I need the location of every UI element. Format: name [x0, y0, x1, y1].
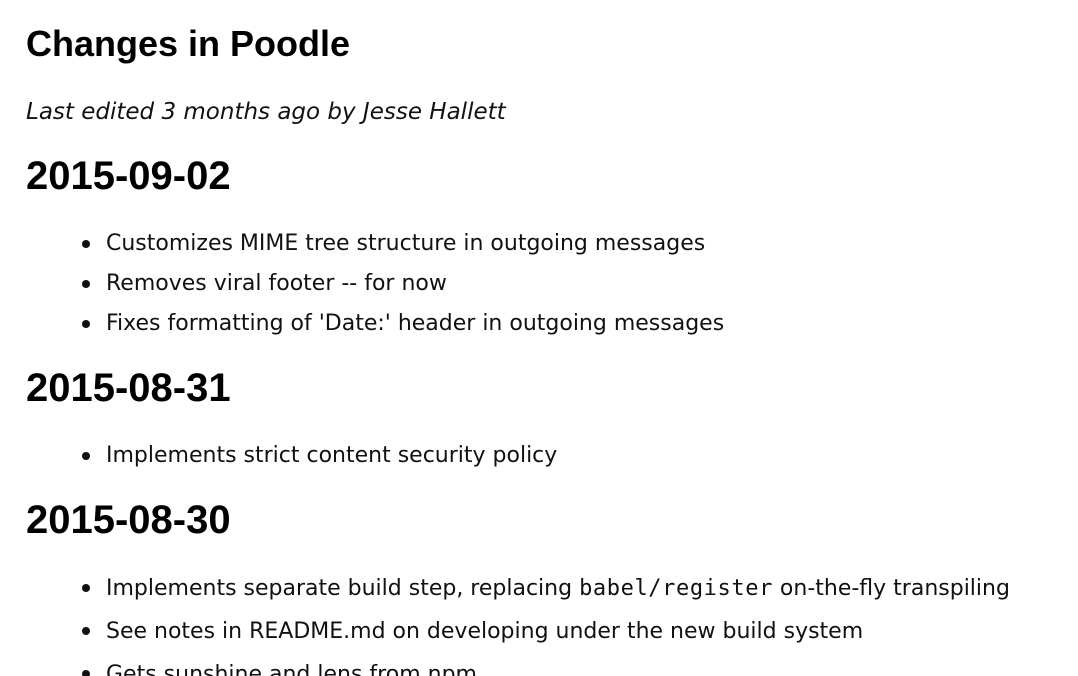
changes-list-2015-08-30: Implements separate build step, replacin…	[26, 567, 1010, 676]
list-item: Gets sunshine and lens from npm	[26, 653, 1010, 676]
section-heading-2015-09-02: 2015-09-02	[26, 154, 231, 198]
list-item: Fixes formatting of 'Date:' header in ou…	[26, 304, 724, 344]
last-edited-info: Last edited 3 months ago by Jesse Hallet…	[26, 99, 506, 125]
inline-code: babel/register	[579, 576, 773, 601]
section-heading-2015-08-30: 2015-08-30	[26, 498, 231, 542]
list-item: See notes in README.md on developing und…	[26, 610, 1010, 653]
changes-list-2015-09-02: Customizes MIME tree structure in outgoi…	[26, 224, 724, 344]
list-item: Implements separate build step, replacin…	[26, 567, 1010, 610]
list-item-text: on-the-fly transpiling	[772, 576, 1010, 601]
list-item: Customizes MIME tree structure in outgoi…	[26, 224, 724, 264]
section-heading-2015-08-31: 2015-08-31	[26, 366, 231, 410]
page-title: Changes in Poodle	[26, 23, 351, 64]
list-item: Removes viral footer -- for now	[26, 264, 724, 304]
list-item-text: Implements separate build step, replacin…	[106, 576, 580, 601]
changes-list-2015-08-31: Implements strict content security polic…	[26, 436, 557, 476]
list-item: Implements strict content security polic…	[26, 436, 557, 476]
